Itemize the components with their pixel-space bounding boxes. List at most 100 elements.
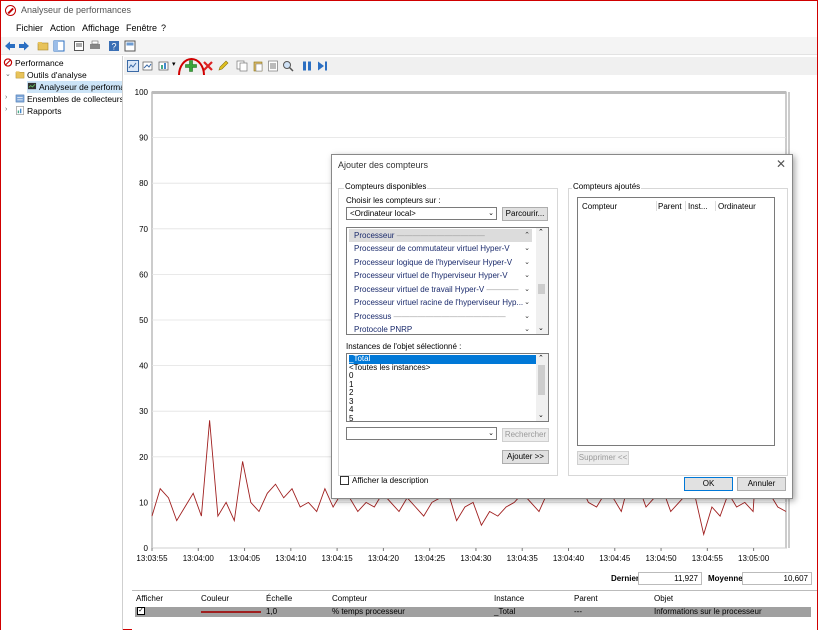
row-scale: 1,0 [266, 607, 278, 616]
counter-list[interactable]: Processeur ——————————— ⌃ Processeur de co… [346, 227, 549, 335]
highlight-pencil-icon[interactable] [217, 60, 229, 72]
list-item[interactable]: 1 [349, 380, 537, 390]
up-folder-icon[interactable] [37, 40, 49, 52]
instance-list[interactable]: _Total <Toutes les instances> 0 1 2 3 4 … [346, 353, 549, 422]
added-header-parent[interactable]: Parent [658, 202, 682, 211]
freeze-display-icon[interactable] [301, 60, 313, 72]
scroll-down-icon[interactable]: ⌄ [538, 324, 544, 332]
list-item[interactable]: 2 [349, 388, 537, 398]
add-button[interactable]: Ajouter >> [502, 450, 549, 464]
back-arrow-icon[interactable] [4, 40, 16, 52]
header-compteur[interactable]: Compteur [332, 594, 367, 603]
tree-item-performance[interactable]: Performance [3, 57, 64, 69]
added-header-instance[interactable]: Inst... [688, 202, 708, 211]
graph-type-dropdown-icon[interactable]: ▾ [172, 60, 176, 68]
computer-select[interactable]: <Ordinateur local> ⌄ [346, 207, 497, 220]
scroll-thumb[interactable] [538, 365, 545, 395]
view-log-data-icon[interactable] [142, 60, 154, 72]
copy-properties-icon[interactable] [236, 60, 248, 72]
show-checkbox[interactable]: ✓ [137, 607, 145, 615]
tree-item-outils-analyse[interactable]: Outils d'analyse [15, 69, 87, 81]
x-tick-label: 13:04:25 [414, 554, 446, 563]
expand-icon[interactable]: › [5, 106, 13, 113]
list-item[interactable]: 3 [349, 397, 537, 407]
menu-action[interactable]: Action [50, 23, 75, 33]
tree-item-analyseur[interactable]: Analyseur de performances [27, 81, 122, 93]
column-divider [715, 201, 716, 211]
counter-list-scrollbar[interactable]: ⌃ ⌄ [536, 228, 548, 334]
change-graph-type-icon[interactable] [158, 60, 170, 72]
paste-counter-list-icon[interactable] [252, 60, 264, 72]
choose-counters-label: Choisir les compteurs sur : [346, 196, 441, 205]
tree-item-ensembles-collecteurs[interactable]: Ensembles de collecteurs de données [15, 93, 122, 105]
search-select[interactable]: ⌄ [346, 427, 497, 440]
list-item[interactable]: Processus —————————————— ⌄ [349, 310, 532, 323]
properties-icon[interactable] [267, 60, 279, 72]
menu-help[interactable]: ? [161, 23, 166, 33]
header-afficher[interactable]: Afficher [136, 594, 163, 603]
row-instance: _Total [494, 607, 516, 616]
scroll-thumb[interactable] [538, 284, 545, 294]
show-hide-tree-icon[interactable] [53, 40, 65, 52]
view-current-activity-icon[interactable] [127, 60, 139, 72]
list-item[interactable]: 4 [349, 405, 537, 415]
header-parent[interactable]: Parent [574, 594, 598, 603]
added-header-ordinateur[interactable]: Ordinateur [718, 202, 756, 211]
ok-button[interactable]: OK [684, 477, 733, 491]
computer-select-value: <Ordinateur local> [350, 209, 416, 218]
update-data-icon[interactable] [316, 60, 328, 72]
chevron-up-icon[interactable]: ⌃ [524, 229, 530, 242]
tree-label-rapports: Rapports [27, 106, 62, 116]
scroll-up-icon[interactable]: ⌃ [538, 354, 544, 362]
counter-label: Processus [354, 311, 392, 321]
cancel-button[interactable]: Annuler [737, 477, 786, 491]
list-item[interactable]: 5 [349, 414, 537, 421]
header-couleur[interactable]: Couleur [201, 594, 229, 603]
chevron-down-icon[interactable]: ⌄ [524, 323, 530, 334]
header-objet[interactable]: Objet [654, 594, 673, 603]
list-item[interactable]: Protocole PNRP ⌄ [349, 323, 532, 334]
added-counters-list[interactable]: Compteur Parent Inst... Ordinateur [577, 197, 775, 446]
list-item[interactable]: Processeur ——————————— ⌃ [349, 229, 532, 242]
menu-affichage[interactable]: Affichage [82, 23, 119, 33]
chevron-down-icon[interactable]: ⌄ [524, 296, 530, 309]
chevron-down-icon[interactable]: ⌄ [524, 269, 530, 282]
print-icon[interactable] [89, 40, 101, 52]
y-tick-label: 100 [135, 88, 149, 97]
table-row[interactable]: ✓ 1,0 % temps processeur _Total --- Info… [135, 607, 811, 617]
expand-icon[interactable]: › [5, 94, 13, 101]
scroll-down-icon[interactable]: ⌄ [538, 411, 544, 419]
forward-arrow-icon[interactable] [18, 40, 30, 52]
chevron-down-icon[interactable]: ⌄ [524, 283, 530, 296]
browse-button[interactable]: Parcourir... [502, 207, 548, 221]
list-item[interactable]: Processeur virtuel racine de l'hypervise… [349, 296, 532, 309]
zoom-icon[interactable] [282, 60, 294, 72]
show-description-checkbox[interactable] [340, 476, 349, 485]
view-icon[interactable] [124, 40, 136, 52]
search-button[interactable]: Rechercher [502, 428, 549, 442]
chevron-down-icon[interactable]: ⌄ [524, 242, 530, 255]
list-item[interactable]: <Toutes les instances> [349, 363, 537, 373]
list-item[interactable]: Processeur de commutateur virtuel Hyper-… [349, 242, 532, 255]
menu-fichier[interactable]: Fichier [16, 23, 43, 33]
chevron-down-icon[interactable]: ⌄ [524, 310, 530, 323]
header-echelle[interactable]: Échelle [266, 594, 292, 603]
remove-button[interactable]: Supprimer << [577, 451, 629, 465]
instance-list-scrollbar[interactable]: ⌃ ⌄ [536, 354, 548, 421]
x-tick-label: 13:04:50 [645, 554, 677, 563]
chevron-down-icon[interactable]: ⌄ [524, 256, 530, 269]
list-item[interactable]: Processeur virtuel de l'hyperviseur Hype… [349, 269, 532, 282]
close-icon[interactable]: ✕ [776, 157, 786, 171]
help-icon[interactable]: ? [108, 40, 120, 52]
list-item[interactable]: Processeur logique de l'hyperviseur Hype… [349, 256, 532, 269]
tree-item-rapports[interactable]: Rapports [15, 105, 62, 117]
y-tick-label: 20 [139, 453, 148, 462]
menu-fenetre[interactable]: Fenêtre [126, 23, 157, 33]
list-item[interactable]: Processeur virtuel de travail Hyper-V ——… [349, 283, 532, 296]
list-item[interactable]: 0 [349, 371, 537, 381]
properties-icon[interactable] [73, 40, 85, 52]
header-instance[interactable]: Instance [494, 594, 524, 603]
collapse-icon[interactable]: ⌄ [5, 70, 13, 78]
scroll-up-icon[interactable]: ⌃ [538, 228, 544, 236]
added-header-compteur[interactable]: Compteur [582, 202, 617, 211]
